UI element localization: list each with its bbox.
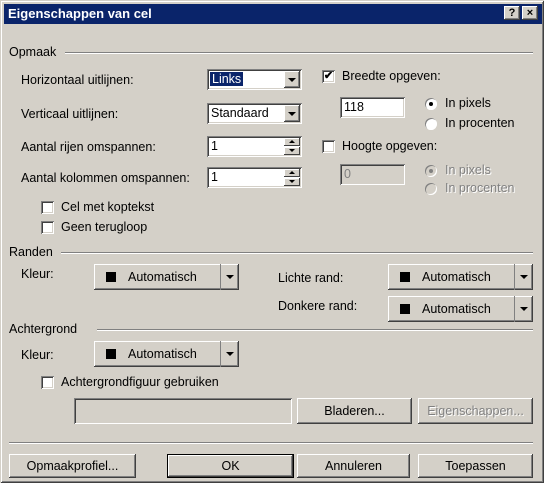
light-border-value: Automatisch: [422, 270, 491, 284]
no-wrap-checkbox[interactable]: [41, 221, 54, 234]
height-input[interactable]: 0: [340, 164, 405, 185]
randen-divider: [61, 252, 533, 254]
background-color-picker[interactable]: Automatisch: [94, 341, 239, 367]
opmaak-group-label: Opmaak: [9, 45, 57, 59]
spin-up-icon[interactable]: [284, 138, 300, 146]
chevron-down-icon[interactable]: [284, 71, 300, 88]
vert-align-label: Verticaal uitlijnen:: [21, 107, 119, 121]
light-border-picker[interactable]: Automatisch: [388, 264, 533, 290]
style-profile-button[interactable]: Opmaakprofiel...: [9, 454, 136, 478]
width-pixels-radio[interactable]: [425, 98, 437, 110]
chevron-down-icon[interactable]: [284, 105, 300, 122]
col-span-spinner[interactable]: [284, 169, 300, 186]
randen-group-label: Randen: [9, 245, 53, 259]
dark-border-value: Automatisch: [422, 302, 491, 316]
dark-border-picker[interactable]: Automatisch: [388, 296, 533, 322]
close-button[interactable]: ×: [522, 6, 538, 20]
width-label: Breedte opgeven:: [342, 69, 441, 83]
vert-align-value: Standaard: [211, 106, 269, 120]
chevron-down-icon[interactable]: [220, 341, 239, 367]
height-label: Hoogte opgeven:: [342, 139, 438, 153]
height-percent-label: In procenten: [445, 181, 515, 195]
color-swatch: [106, 272, 116, 282]
background-image-checkbox[interactable]: [41, 376, 54, 389]
background-image-path[interactable]: [74, 398, 292, 424]
height-checkbox[interactable]: [322, 140, 335, 153]
footer-divider: [9, 442, 533, 444]
row-span-input[interactable]: 1: [207, 136, 302, 157]
height-pixels-radio[interactable]: [425, 165, 437, 177]
help-button[interactable]: ?: [504, 6, 520, 20]
border-color-picker[interactable]: Automatisch: [94, 264, 239, 290]
width-percent-label: In procenten: [445, 116, 515, 130]
header-cell-checkbox[interactable]: [41, 201, 54, 214]
height-pixels-label: In pixels: [445, 163, 491, 177]
border-color-label: Kleur:: [21, 267, 54, 281]
cancel-button[interactable]: Annuleren: [297, 454, 410, 478]
horiz-align-select[interactable]: Links: [207, 69, 302, 90]
width-checkbox[interactable]: ✔: [322, 70, 335, 83]
background-color-value: Automatisch: [128, 347, 197, 361]
dialog-window: Eigenschappen van cel ? × Opmaak Horizon…: [0, 0, 544, 483]
width-input[interactable]: 118: [340, 97, 405, 118]
image-properties-button[interactable]: Eigenschappen...: [418, 398, 533, 424]
vert-align-select[interactable]: Standaard: [207, 103, 302, 124]
row-span-spinner[interactable]: [284, 138, 300, 155]
width-pixels-label: In pixels: [445, 96, 491, 110]
background-image-label: Achtergrondfiguur gebruiken: [61, 375, 219, 389]
header-cell-label: Cel met koptekst: [61, 200, 155, 214]
col-span-value: 1: [211, 170, 218, 184]
window-title: Eigenschappen van cel: [8, 6, 152, 21]
height-percent-radio[interactable]: [425, 183, 437, 195]
color-swatch: [400, 272, 410, 282]
color-swatch: [400, 304, 410, 314]
color-swatch: [106, 349, 116, 359]
width-value: 118: [344, 100, 364, 114]
chevron-down-icon[interactable]: [514, 296, 533, 322]
dark-border-label: Donkere rand:: [278, 299, 358, 313]
ok-button[interactable]: OK: [167, 454, 294, 478]
horiz-align-value: Links: [208, 71, 245, 87]
opmaak-divider: [65, 52, 533, 54]
title-bar: Eigenschappen van cel ? ×: [4, 4, 542, 24]
background-color-label: Kleur:: [21, 348, 54, 362]
spin-down-icon[interactable]: [284, 147, 300, 155]
col-span-label: Aantal kolommen omspannen:: [21, 171, 190, 185]
achtergrond-group-label: Achtergrond: [9, 322, 78, 336]
spin-down-icon[interactable]: [284, 178, 300, 186]
apply-button[interactable]: Toepassen: [418, 454, 533, 478]
light-border-label: Lichte rand:: [278, 271, 344, 285]
col-span-input[interactable]: 1: [207, 167, 302, 188]
chevron-down-icon[interactable]: [514, 264, 533, 290]
row-span-label: Aantal rijen omspannen:: [21, 140, 156, 154]
horiz-align-label: Horizontaal uitlijnen:: [21, 73, 134, 87]
row-span-value: 1: [211, 139, 218, 153]
border-color-value: Automatisch: [128, 270, 197, 284]
width-percent-radio[interactable]: [425, 118, 437, 130]
height-value: 0: [344, 167, 351, 181]
browse-button[interactable]: Bladeren...: [297, 398, 412, 424]
achtergrond-divider: [97, 329, 533, 331]
no-wrap-label: Geen terugloop: [61, 220, 148, 234]
spin-up-icon[interactable]: [284, 169, 300, 177]
chevron-down-icon[interactable]: [220, 264, 239, 290]
